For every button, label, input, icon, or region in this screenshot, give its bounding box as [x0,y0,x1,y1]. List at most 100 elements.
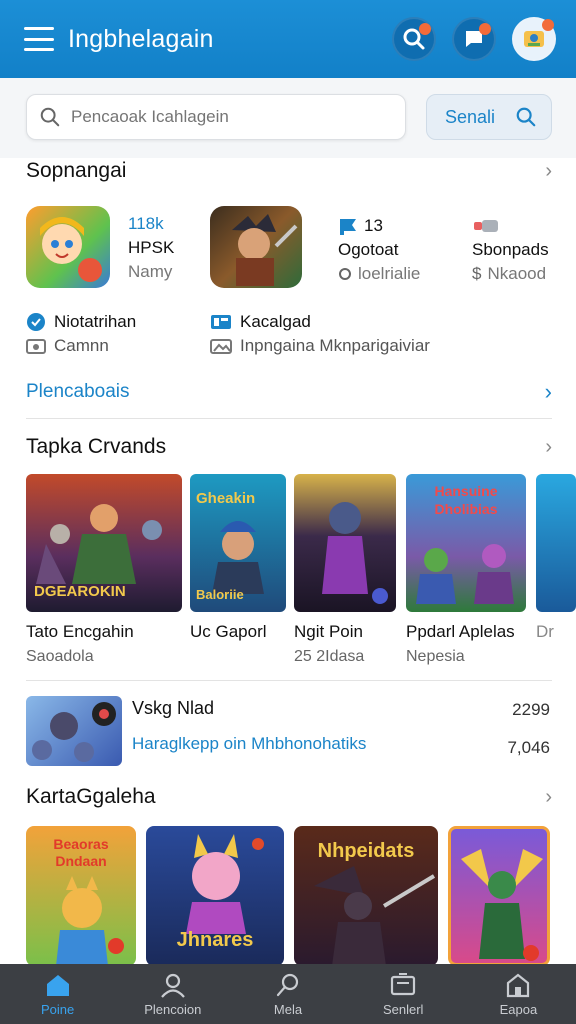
game-card[interactable]: DGEAROKIN Tato Encgahin Saoadola [26,474,182,666]
grid-icon [211,315,231,329]
dollar-icon: $ [472,264,482,283]
game-subtitle: Nepesia [406,648,465,665]
game-title: Uc Gaporl [190,622,267,641]
promo-count: 2299 [512,700,550,719]
nav-search[interactable]: Mela [230,964,345,1024]
section-title: KartaGgaleha [26,785,156,808]
game-card[interactable]: Dr [536,474,576,642]
game-subtitle: Saoadola [26,648,94,665]
gallery-card[interactable]: Beaoras Dndaan [26,826,136,966]
nav-label: Eapoa [499,1001,538,1017]
info-label: Kacalgad [240,312,311,331]
featured-stat: 13 [364,216,383,235]
search-field[interactable] [26,94,406,140]
game-card-row: DGEAROKIN Tato Encgahin Saoadola Gheakin… [26,474,576,674]
see-more-label: Plencaboais [26,381,130,402]
gallery-card-title: Jhnares [176,929,254,951]
app-title: Ingbhelagain [68,24,214,53]
search-badge-button[interactable] [392,17,436,61]
search-button-label: Senali [445,106,496,127]
featured-label: Ogotoat [338,240,399,259]
info-row: Niotatrihan Camnn Kacalgad Inpngaina Mkn… [26,310,552,360]
notification-dot [419,23,431,35]
notification-dot [479,23,491,35]
info-item[interactable]: Niotatrihan Camnn [26,310,136,358]
game-title: Ppdarl Aplelas [406,622,515,641]
bottom-nav: Poine Plencoion Mela Senlerl Eapoa [0,964,576,1024]
game-card[interactable]: Ngit Poin 25 2Idasa [294,474,396,666]
gallery-card[interactable] [448,826,550,966]
flag-icon [340,219,356,235]
search-icon [516,107,536,127]
search-input[interactable] [71,107,391,127]
featured-label: Sbonpads [472,240,549,259]
featured-app-icon[interactable] [26,206,110,288]
nav-label: Senlerl [382,1001,424,1017]
info-label: Niotatrihan [54,312,137,331]
chevron-right-icon: › [545,785,552,808]
section-title: Tapka Crvands [26,435,167,458]
chevron-right-icon: › [545,435,552,458]
featured-sub: Namy [128,262,173,281]
info-item[interactable]: Kacalgad Inpngaina Mknparigaiviar [210,310,430,358]
featured-row: 118k HPSK Namy 13 Ogotoat loelrialie Sbo… [26,206,552,290]
search-button[interactable]: Senali [426,94,552,140]
featured-app-icon[interactable] [210,206,302,288]
game-art-subtitle: Baloriie [196,587,244,602]
store-icon [507,973,530,997]
game-title: Tato Encgahin [26,622,134,641]
section-title: Sopnangai [26,159,127,182]
game-card[interactable]: Gheakin Baloriie Uc Gaporl [190,474,286,648]
check-circle-icon [27,313,45,331]
chevron-right-icon: › [545,159,552,182]
featured-sub: Nkaood [487,264,547,283]
promo-row[interactable]: Vskg Nlad Haraglkepp oin Mhbhonohatiks 2… [26,696,552,766]
nav-label: Plencoion [144,1001,202,1017]
promo-count: 7,046 [507,738,550,757]
tv-icon [391,972,416,995]
nav-tv[interactable]: Senlerl [346,964,461,1024]
game-card[interactable]: Hansuine Dholibias Ppdarl Aplelas Nepesi… [406,474,526,666]
home-icon [46,974,69,996]
game-subtitle: 25 2Idasa [294,648,365,665]
image-icon [210,339,232,354]
game-title: Dr [536,622,554,641]
section-header-featured[interactable]: Sopnangai › [26,156,552,186]
game-art-title: DGEAROKIN [34,583,126,600]
tag-icon [474,220,498,232]
featured-label: HPSK [128,238,175,257]
nav-home[interactable]: Poine [0,964,115,1024]
promo-title: Vskg Nlad [132,698,215,718]
gallery-row: Beaoras Dndaan Jhnares Nhpeidats [26,826,576,966]
notification-dot [542,19,554,31]
app-bar: Ingbhelagain [0,0,576,78]
game-art: Hansuine Dholibias [406,474,526,612]
circle-icon [339,268,351,280]
avatar-button[interactable] [512,17,556,61]
nav-label: Mela [273,1001,303,1017]
promo-thumb [26,696,122,766]
section-header-gallery[interactable]: KartaGgaleha › [26,782,552,812]
search-icon [276,973,299,996]
featured-sub: loelrialie [358,264,421,283]
profile-icon [160,973,185,998]
game-title: Ngit Poin [294,622,363,641]
nav-store[interactable]: Eapoa [461,964,576,1024]
game-art [536,474,576,612]
game-art [294,474,396,612]
chevron-right-icon: › [544,379,552,404]
divider [26,418,552,419]
gallery-card[interactable]: Jhnares [146,826,284,966]
nav-profile[interactable]: Plencoion [115,964,230,1024]
section-header-top[interactable]: Tapka Crvands › [26,432,552,462]
chat-button[interactable] [452,17,496,61]
menu-icon[interactable] [24,27,54,51]
promo-subtitle: Haraglkepp oin Mhbhonohatiks [132,734,367,753]
featured-stat: 118k [128,214,164,233]
gallery-card[interactable]: Nhpeidats [294,826,438,966]
search-bar: Senali [0,78,576,158]
info-sub: Inpngaina Mknparigaiviar [240,336,430,355]
game-art: DGEAROKIN [26,474,182,612]
see-more-link[interactable]: Plencaboais › [26,378,552,406]
nav-label: Poine [40,1001,75,1017]
